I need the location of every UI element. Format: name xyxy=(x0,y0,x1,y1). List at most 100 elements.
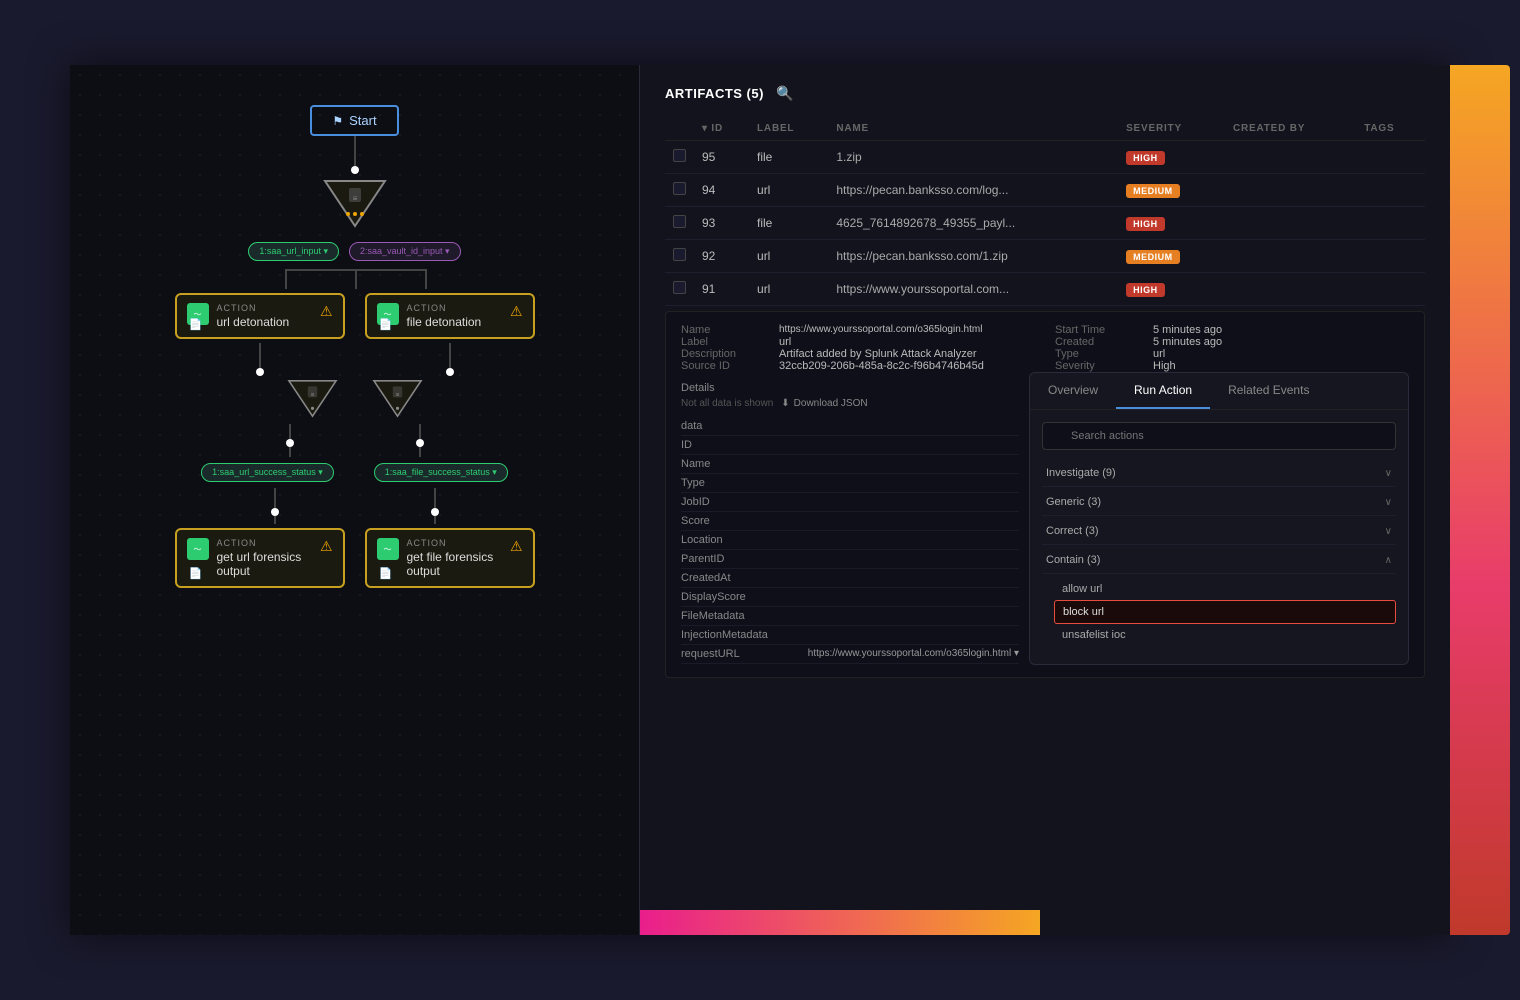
tab-overview[interactable]: Overview xyxy=(1030,373,1116,409)
row-checkbox[interactable] xyxy=(665,141,694,174)
action-icon-file-forensics: 〜 xyxy=(377,538,399,560)
row-checkbox[interactable] xyxy=(665,240,694,273)
download-json-link[interactable]: ⬇ Download JSON xyxy=(781,398,867,409)
filter-node-3: ≡ xyxy=(370,376,425,424)
download-label: Download JSON xyxy=(794,398,868,409)
action-icon-url-forensics: 〜 xyxy=(187,538,209,560)
data-field-id: ID xyxy=(681,436,1019,455)
data-field-name: Name xyxy=(681,455,1019,474)
action-group-header-contain[interactable]: Contain (3) ∧ xyxy=(1042,547,1396,574)
row-severity: MEDIUM xyxy=(1118,174,1225,207)
row-created-by xyxy=(1225,174,1356,207)
tag-vault-input[interactable]: 2:saa_vault_id_input ▾ xyxy=(349,242,461,261)
detail-grid: Name https://www.yourssoportal.com/o365l… xyxy=(681,324,1409,372)
tab-run-action[interactable]: Run Action xyxy=(1116,373,1210,409)
row-label: file xyxy=(749,207,828,240)
row-label: url xyxy=(749,273,828,306)
artifacts-header: ARTIFACTS (5) 🔍 xyxy=(665,85,1425,102)
data-field-injectionmetadata: InjectionMetadata xyxy=(681,626,1019,645)
search-actions-input[interactable] xyxy=(1042,422,1396,450)
tag-url-input[interactable]: 1:saa_url_input ▾ xyxy=(248,242,339,261)
action-url-detonation[interactable]: 〜 ACTION url detonation ⚠ 📄 xyxy=(175,293,345,339)
row-checkbox[interactable] xyxy=(665,207,694,240)
doc-icon-url: 📄 xyxy=(189,318,203,331)
detail-right: Start Time 5 minutes ago Created 5 minut… xyxy=(1055,324,1409,372)
action-group-header-generic[interactable]: Generic (3) ∨ xyxy=(1042,489,1396,516)
data-field-requesturl: requestURL https://www.yourssoportal.com… xyxy=(681,645,1019,664)
artifacts-search-icon[interactable]: 🔍 xyxy=(776,85,793,102)
table-row[interactable]: 93 file 4625_7614892678_49355_payl... HI… xyxy=(665,207,1425,240)
action-item-allow-url[interactable]: allow url xyxy=(1054,578,1396,600)
action-group-header-investigate[interactable]: Investigate (9) ∨ xyxy=(1042,460,1396,487)
detail-panel: Name https://www.yourssoportal.com/o365l… xyxy=(665,311,1425,678)
action-group-contain: Contain (3) ∧ allow url block url unsafe… xyxy=(1042,547,1396,650)
action-group-header-correct[interactable]: Correct (3) ∨ xyxy=(1042,518,1396,545)
connector-1 xyxy=(354,136,356,166)
artifacts-title: ARTIFACTS (5) xyxy=(665,86,764,101)
table-row[interactable]: 91 url https://www.yourssoportal.com... … xyxy=(665,273,1425,306)
action-item-unsafelist-ioc[interactable]: unsafelist ioc xyxy=(1054,624,1396,646)
row-id: 94 xyxy=(694,174,749,207)
col-tags: TAGS xyxy=(1356,117,1425,141)
row-name: https://www.yourssoportal.com... xyxy=(828,273,1118,306)
action-url-forensics[interactable]: 〜 ACTION get url forensicsoutput ⚠ 📄 xyxy=(175,528,345,588)
table-row[interactable]: 95 file 1.zip HIGH xyxy=(665,141,1425,174)
data-field-data: data xyxy=(681,417,1019,436)
filter-node-2: ≡ xyxy=(285,376,340,424)
action-nodes-row-1: 〜 ACTION url detonation ⚠ 📄 〜 ACTION xyxy=(175,293,535,339)
action-file-forensics[interactable]: 〜 ACTION get file forensicsoutput ⚠ 📄 xyxy=(365,528,535,588)
action-group-label-contain: Contain (3) xyxy=(1046,554,1100,566)
tag-url-status[interactable]: 1:saa_url_success_status ▾ xyxy=(201,463,334,482)
table-row[interactable]: 92 url https://pecan.banksso.com/1.zip M… xyxy=(665,240,1425,273)
detail-row-severity: Severity High xyxy=(1055,360,1409,372)
row-id: 95 xyxy=(694,141,749,174)
row-checkbox[interactable] xyxy=(665,174,694,207)
detail-value-starttime: 5 minutes ago xyxy=(1153,324,1222,336)
detail-label-starttime: Start Time xyxy=(1055,324,1145,336)
row-label: url xyxy=(749,240,828,273)
action-title-url: url detonation xyxy=(217,315,331,329)
row-tags xyxy=(1356,174,1425,207)
tab-related-events[interactable]: Related Events xyxy=(1210,373,1327,409)
table-header-row: ▾ ID LABEL NAME SEVERITY CREATED BY TAGS xyxy=(665,117,1425,141)
action-file-detonation[interactable]: 〜 ACTION file detonation ⚠ 📄 xyxy=(365,293,535,339)
row-label: url xyxy=(749,174,828,207)
detail-value-severity: High xyxy=(1153,360,1176,372)
action-label-url: ACTION xyxy=(217,303,331,313)
detail-label-label: Label xyxy=(681,336,771,348)
detail-row-type: Type url xyxy=(1055,348,1409,360)
row-id: 92 xyxy=(694,240,749,273)
chevron-generic: ∨ xyxy=(1385,497,1392,508)
action-item-block-url[interactable]: block url xyxy=(1054,600,1396,624)
tags-row-2: 1:saa_url_success_status ▾ 1:saa_file_su… xyxy=(201,463,508,482)
detail-label-type: Type xyxy=(1055,348,1145,360)
action-panel: Overview Run Action Related Events Inves… xyxy=(1029,372,1409,665)
row-checkbox[interactable] xyxy=(665,273,694,306)
tag-file-status[interactable]: 1:saa_file_success_status ▾ xyxy=(374,463,508,482)
data-field-requesturl-label: requestURL xyxy=(681,648,740,660)
data-field-type: Type xyxy=(681,474,1019,493)
detail-left: Name https://www.yourssoportal.com/o365l… xyxy=(681,324,1035,372)
action-tabs: Overview Run Action Related Events xyxy=(1030,373,1408,410)
search-wrapper xyxy=(1042,422,1396,450)
chevron-contain: ∧ xyxy=(1385,555,1392,566)
col-id: ▾ ID xyxy=(694,117,749,141)
row-name: https://pecan.banksso.com/log... xyxy=(828,174,1118,207)
start-node[interactable]: ⚑ Start xyxy=(310,105,398,136)
connectors-row-4 xyxy=(210,488,500,524)
row-severity: HIGH xyxy=(1118,207,1225,240)
left-fields: Details Not all data is shown ⬇ Download… xyxy=(681,372,1019,665)
action-group-correct: Correct (3) ∨ xyxy=(1042,518,1396,545)
detail-label-sourceid: Source ID xyxy=(681,360,771,372)
bottom-gradient-bar xyxy=(640,910,1040,935)
start-label: Start xyxy=(349,113,376,128)
details-sub: Not all data is shown ⬇ Download JSON xyxy=(681,398,1019,409)
svg-text:≡: ≡ xyxy=(352,194,357,203)
detail-value-name: https://www.yourssoportal.com/o365login.… xyxy=(779,324,982,336)
data-field-jobid: JobID xyxy=(681,493,1019,512)
right-gradient-bar xyxy=(1450,65,1510,935)
detail-row-created: Created 5 minutes ago xyxy=(1055,336,1409,348)
branch-connector xyxy=(215,269,495,289)
table-row[interactable]: 94 url https://pecan.banksso.com/log... … xyxy=(665,174,1425,207)
details-note: Not all data is shown xyxy=(681,398,773,409)
